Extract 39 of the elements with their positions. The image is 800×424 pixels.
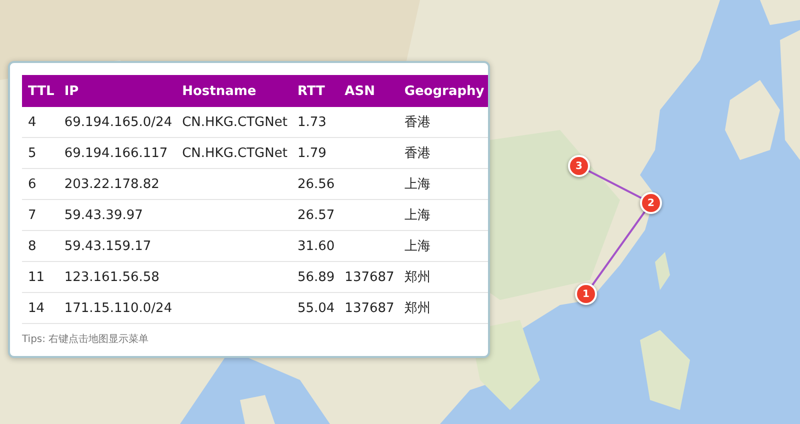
- table-cell: 69.194.166.117: [58, 138, 176, 168]
- table-cell: 郑州: [398, 262, 488, 292]
- table-cell: 55.04: [291, 292, 339, 324]
- table-cell: 1.73: [291, 107, 339, 138]
- column-header: TTL: [22, 75, 58, 107]
- table-cell: CN.HKG.CTGNet: [176, 107, 292, 138]
- table-cell: 59.43.39.97: [58, 200, 176, 230]
- table-cell: 137687: [338, 262, 398, 292]
- table-cell: 郑州: [398, 292, 488, 324]
- table-cell: 7: [22, 200, 58, 230]
- table-cell: 26.57: [291, 200, 339, 230]
- tips-text: Tips: 右键点击地图显示菜单: [22, 332, 150, 346]
- table-cell: 26.56: [291, 168, 339, 200]
- table-cell: 香港: [398, 138, 488, 168]
- table-cell: 1.79: [291, 138, 339, 168]
- table-cell: 56.89: [291, 262, 339, 292]
- table-cell: 上海: [398, 200, 488, 230]
- table-cell: 137687: [338, 292, 398, 324]
- table-cell: 上海: [398, 168, 488, 200]
- column-header: IP: [58, 75, 176, 107]
- table-cell: 14: [22, 292, 58, 324]
- table-cell: 11: [22, 262, 58, 292]
- table-cell: 5: [22, 138, 58, 168]
- table-cell: 上海: [398, 230, 488, 262]
- table-cell: 69.194.165.0/24: [58, 107, 176, 138]
- column-header: RTT: [291, 75, 339, 107]
- table-cell: 31.60: [291, 230, 339, 262]
- table-cell: CN.HKG.CTGNet: [176, 138, 292, 168]
- table-cell: 59.43.159.17: [58, 230, 176, 262]
- column-header: Geography: [398, 75, 488, 107]
- column-header: Hostname: [176, 75, 292, 107]
- table-cell: 203.22.178.82: [58, 168, 176, 200]
- table-cell: 8: [22, 230, 58, 262]
- table-cell: 6: [22, 168, 58, 200]
- column-header: ASN: [338, 75, 398, 107]
- table-cell: 123.161.56.58: [58, 262, 176, 292]
- table-cell: 4: [22, 107, 58, 138]
- table-cell: 香港: [398, 107, 488, 138]
- table-cell: 171.15.110.0/24: [58, 292, 176, 324]
